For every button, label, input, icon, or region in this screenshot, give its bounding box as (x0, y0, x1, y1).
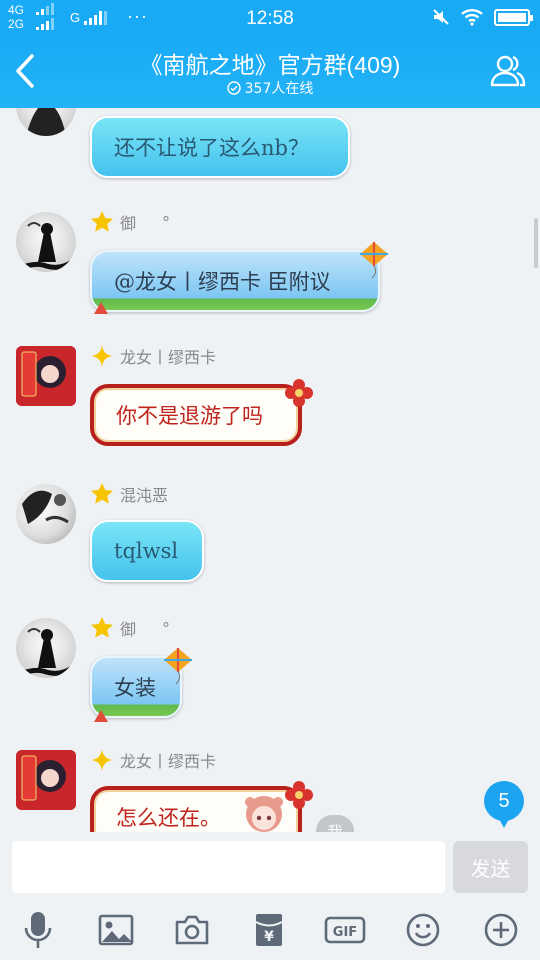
camera-button[interactable] (170, 908, 214, 952)
star-badge-icon (91, 483, 113, 504)
star-badge-icon (91, 617, 113, 638)
sender-line: 龙女丨缪西卡 (90, 748, 216, 772)
self-tag: 我 (316, 815, 354, 832)
check-circle-icon (226, 81, 241, 95)
sender-suffix: ° (162, 618, 171, 638)
input-toolbar: ¥ GIF (0, 900, 540, 960)
online-count-label: 357人在线 (244, 81, 314, 97)
mute-icon (433, 9, 449, 25)
wifi-icon (461, 9, 483, 26)
diamond-badge-icon (91, 345, 113, 367)
monochrome-anime-avatar-icon (19, 628, 74, 677)
message-text: 你不是退游了吗 (116, 404, 263, 428)
group-members-icon (490, 55, 526, 87)
anime-girl-sticker-icon (245, 796, 283, 832)
microphone-icon (24, 912, 52, 948)
group-title[interactable]: 《南航之地》官方群(409) (0, 46, 540, 80)
kite-tail-icon (94, 302, 108, 314)
monochrome-anime-avatar-icon (26, 108, 66, 136)
sender-line: 混沌恶 (90, 482, 168, 506)
gif-button[interactable]: GIF (323, 908, 367, 952)
sender-line: 龙女丨缪西卡 (90, 344, 216, 368)
emoji-button[interactable] (401, 908, 445, 952)
flower-icon (285, 781, 313, 809)
star-badge-icon (91, 211, 113, 232)
status-bar: 4G 2G G ··· 12:58 (0, 0, 540, 34)
sender-line: 御 ° (90, 210, 170, 234)
camera-icon (175, 915, 209, 945)
avatar[interactable] (16, 484, 76, 544)
message-list[interactable]: 还不让说了这么nb？ 御 ° @龙女丨缪西卡 臣附议 龙女丨缪西卡 你不是退游了… (0, 108, 540, 832)
monochrome-anime-avatar-icon (19, 222, 74, 271)
input-bar: 发送 (0, 832, 540, 900)
chat-header: 《南航之地》官方群(409) 357人在线 (0, 34, 540, 108)
avatar[interactable] (16, 108, 76, 136)
message-text: 女装 (114, 676, 156, 700)
svg-text:¥: ¥ (264, 929, 274, 945)
sender-suffix: ° (162, 212, 171, 232)
message-text: 还不让说了这么nb？ (114, 136, 309, 160)
sender-line: 御 ° (90, 616, 170, 640)
message-text: tqlwsl (114, 539, 179, 563)
gif-icon: GIF (324, 916, 366, 944)
avatar[interactable] (16, 618, 76, 678)
image-icon (98, 914, 134, 946)
bw-anime-avatar-icon (22, 490, 69, 524)
online-count: 357人在线 (0, 78, 540, 98)
scrollbar[interactable] (534, 218, 538, 268)
sender-name[interactable]: 龙女丨缪西卡 (120, 748, 216, 772)
message-input[interactable] (12, 841, 445, 893)
red-packet-icon: ¥ (255, 914, 283, 946)
send-button[interactable]: 发送 (453, 841, 528, 893)
kite-icon (164, 648, 192, 685)
message-bubble[interactable]: 还不让说了这么nb？ (90, 116, 350, 178)
avatar[interactable] (16, 750, 76, 810)
kite-tail-icon (94, 710, 108, 722)
more-button[interactable] (479, 908, 523, 952)
diamond-badge-icon (91, 749, 113, 771)
battery-icon (494, 8, 533, 26)
message-bubble[interactable]: tqlwsl (90, 520, 204, 582)
image-button[interactable] (94, 908, 138, 952)
unread-count-badge[interactable]: 5 (484, 781, 524, 828)
sender-name[interactable]: 龙女丨缪西卡 (120, 344, 216, 368)
sender-name[interactable]: 混沌恶 (120, 482, 168, 506)
sender-name[interactable]: 御 (120, 616, 136, 640)
message-bubble[interactable]: @龙女丨缪西卡 臣附议 (90, 250, 380, 312)
plus-icon (484, 913, 518, 947)
avatar[interactable] (16, 212, 76, 272)
message-text: @龙女丨缪西卡 臣附议 (114, 270, 331, 294)
red-festive-avatar-icon (16, 750, 76, 810)
red-packet-button[interactable]: ¥ (247, 908, 291, 952)
message-text: 怎么还在。 (116, 806, 221, 830)
avatar[interactable] (16, 346, 76, 406)
red-festive-avatar-icon (16, 346, 76, 406)
flower-icon (285, 379, 313, 407)
emoji-icon (406, 913, 440, 947)
svg-text:GIF: GIF (333, 925, 357, 940)
group-members-button[interactable] (488, 51, 528, 91)
kite-icon (360, 242, 388, 279)
sender-name[interactable]: 御 (120, 210, 136, 234)
message-bubble[interactable]: 你不是退游了吗 (90, 384, 302, 446)
voice-button[interactable] (16, 908, 60, 952)
